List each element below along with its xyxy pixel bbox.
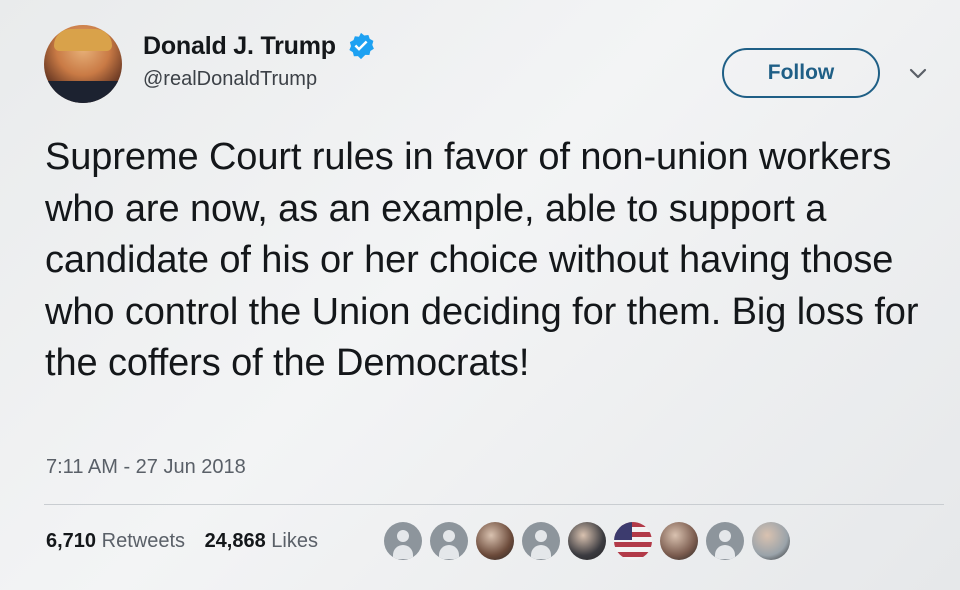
default-avatar-body	[715, 545, 735, 559]
default-avatar-body	[393, 545, 413, 559]
profile-avatar[interactable]	[44, 25, 122, 103]
default-avatar-head	[719, 530, 731, 542]
flag-canton	[614, 522, 632, 540]
retweets-stat[interactable]: 6,710 Retweets	[46, 530, 185, 552]
verified-badge-icon	[349, 32, 375, 60]
retweets-label: Retweets	[101, 530, 185, 552]
tweet-text: Supreme Court rules in favor of non-unio…	[45, 136, 919, 384]
liker-avatar[interactable]	[430, 522, 468, 560]
display-name[interactable]: Donald J. Trump	[143, 32, 336, 61]
liker-avatar[interactable]	[614, 522, 652, 560]
default-avatar-head	[535, 530, 547, 542]
liker-avatar[interactable]	[384, 522, 422, 560]
liker-avatar[interactable]	[476, 522, 514, 560]
engagement-stats: 6,710 Retweets 24,868 Likes	[46, 530, 332, 553]
default-avatar-head	[397, 530, 409, 542]
chevron-down-icon[interactable]	[908, 66, 928, 82]
retweets-count: 6,710	[46, 530, 97, 552]
likes-stat[interactable]: 24,868 Likes	[205, 530, 318, 552]
liker-avatar[interactable]	[752, 522, 790, 560]
liker-avatar[interactable]	[522, 522, 560, 560]
likes-count: 24,868	[204, 530, 266, 552]
liker-avatar[interactable]	[568, 522, 606, 560]
likes-label: Likes	[271, 530, 318, 552]
liker-avatars	[384, 522, 798, 562]
default-avatar-body	[439, 545, 459, 559]
default-avatar-head	[443, 530, 455, 542]
avatar-suit	[44, 81, 122, 103]
default-avatar-body	[531, 545, 551, 559]
tweet-card: Donald J. Trump @realDonaldTrump Follow …	[0, 0, 960, 590]
liker-avatar[interactable]	[660, 522, 698, 560]
user-handle[interactable]: @realDonaldTrump	[143, 68, 376, 91]
liker-avatar[interactable]	[706, 522, 744, 560]
avatar-hair	[54, 29, 112, 51]
divider	[44, 504, 944, 505]
follow-button[interactable]: Follow	[722, 48, 880, 98]
user-name-block: Donald J. Trump @realDonaldTrump	[143, 31, 376, 91]
tweet-timestamp[interactable]: 7:11 AM - 27 Jun 2018	[46, 456, 246, 479]
